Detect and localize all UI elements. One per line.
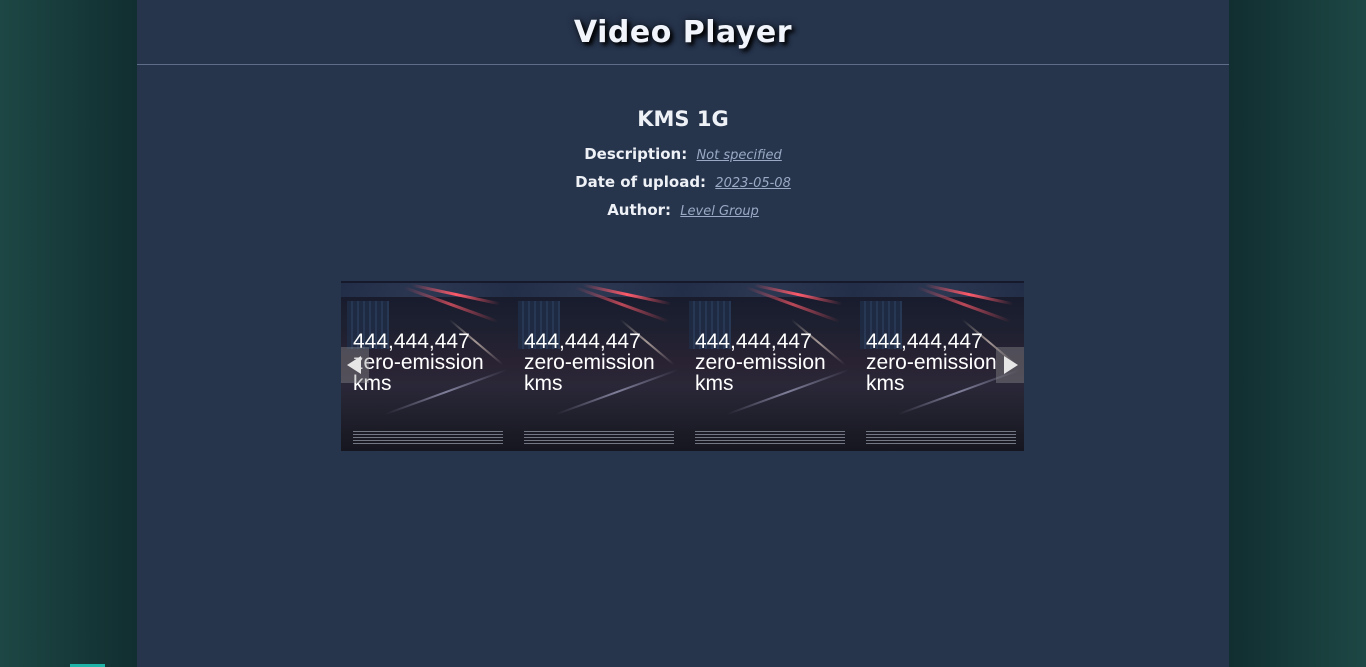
description-link[interactable]: Not specified bbox=[696, 148, 781, 163]
video-info: KMS 1G Description: Not specified Date o… bbox=[137, 107, 1229, 225]
date-link[interactable]: 2023-05-08 bbox=[715, 176, 791, 191]
author-label: Author: bbox=[607, 201, 672, 219]
date-row: Date of upload: 2023-05-08 bbox=[137, 169, 1229, 197]
header: Video Player bbox=[137, 0, 1229, 65]
frame-fine-print bbox=[524, 431, 674, 445]
frame-caption-line3: kms bbox=[524, 372, 563, 395]
author-link[interactable]: Level Group bbox=[680, 204, 759, 219]
frame-fine-print bbox=[353, 431, 503, 445]
frame-caption: 444,444,447 zero-emission kms bbox=[695, 331, 826, 394]
description-label: Description: bbox=[584, 145, 688, 163]
carousel-next-button[interactable] bbox=[996, 347, 1024, 383]
description-row: Description: Not specified bbox=[137, 141, 1229, 169]
frame-caption-line1: 444,444,447 bbox=[353, 330, 470, 353]
author-row: Author: Level Group bbox=[137, 197, 1229, 225]
video-title: KMS 1G bbox=[637, 107, 729, 131]
carousel-frame[interactable]: 444,444,447 zero-emission kms bbox=[512, 281, 683, 451]
carousel-prev-button[interactable] bbox=[341, 347, 369, 383]
frame-caption-line1: 444,444,447 bbox=[695, 330, 812, 353]
chevron-left-icon bbox=[347, 356, 361, 374]
date-label: Date of upload: bbox=[575, 173, 707, 191]
frame-caption-line2: zero-emission bbox=[695, 351, 826, 374]
frame-caption-line3: kms bbox=[695, 372, 734, 395]
frame-caption-line1: 444,444,447 bbox=[524, 330, 641, 353]
frame-caption-line2: zero-emission bbox=[353, 351, 484, 374]
frame-caption-line1: 444,444,447 bbox=[866, 330, 983, 353]
frame-fine-print bbox=[866, 431, 1016, 445]
frame-caption-line3: kms bbox=[353, 372, 392, 395]
frame-caption: 444,444,447 zero-emission kms bbox=[524, 331, 655, 394]
frame-caption: 444,444,447 zero-emission kms bbox=[353, 331, 484, 394]
chevron-right-icon bbox=[1004, 356, 1018, 374]
frame-caption-line2: zero-emission bbox=[524, 351, 655, 374]
app-title: Video Player bbox=[573, 14, 793, 50]
main-panel: Video Player KMS 1G Description: Not spe… bbox=[137, 0, 1229, 667]
frame-fine-print bbox=[695, 431, 845, 445]
carousel-frame[interactable]: 444,444,447 zero-emission kms bbox=[683, 281, 854, 451]
thumbnail-carousel: 444,444,447 zero-emission kms 444,444,44… bbox=[341, 281, 1024, 451]
frame-caption-line3: kms bbox=[866, 372, 905, 395]
frame-caption: 444,444,447 zero-emission kms bbox=[866, 331, 997, 394]
frame-caption-line2: zero-emission bbox=[866, 351, 997, 374]
